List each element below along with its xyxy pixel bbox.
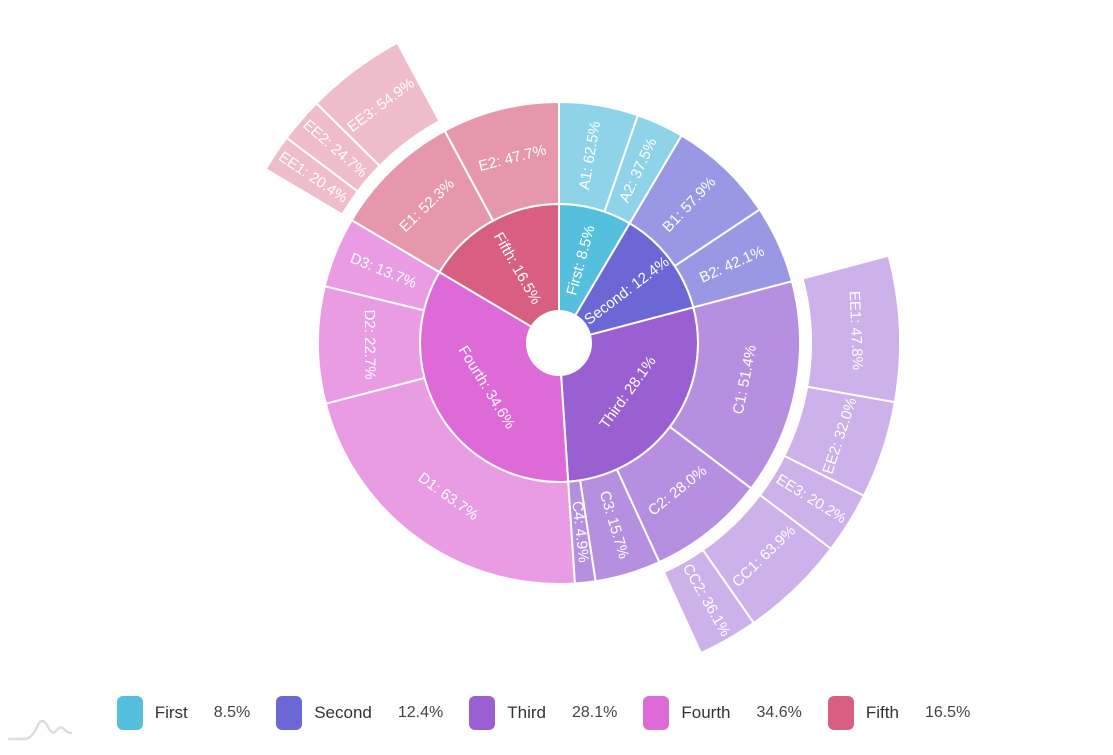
legend-swatch-icon bbox=[276, 696, 303, 730]
legend-label: Second bbox=[314, 703, 372, 722]
legend-swatch-icon bbox=[116, 696, 143, 730]
slice-c1-ee1[interactable] bbox=[801, 254, 902, 404]
legend-item-third[interactable]: Third 28.1% bbox=[469, 696, 643, 730]
legend-value: 28.1% bbox=[571, 704, 618, 721]
sunburst-svg: First: 8.5%A1: 62.5% A2: 37.5%Second: 12.… bbox=[264, 41, 902, 655]
sunburst-center-hole bbox=[527, 311, 591, 375]
legend-item-fifth[interactable]: Fifth 16.5% bbox=[827, 696, 996, 730]
legend-item-fourth[interactable]: Fourth 34.6% bbox=[643, 696, 828, 730]
chart-legend: First 8.5% Second 12.4% Third 28.1% Fourth 34.6… bbox=[0, 690, 1113, 736]
legend-value: 34.6% bbox=[756, 704, 802, 721]
legend-label: Fourth bbox=[681, 703, 731, 722]
legend-swatch-icon bbox=[827, 696, 854, 730]
legend-value: 16.5% bbox=[924, 704, 971, 721]
legend-item-first[interactable]: First 8.5% bbox=[116, 696, 277, 730]
legend-swatch-icon bbox=[643, 696, 670, 730]
legend-value: 8.5% bbox=[213, 704, 251, 721]
sunburst-chart: First: 8.5% A1: 62.5% A2: 37.5% Second: 12.… bbox=[0, 0, 1113, 750]
legend-label: Third bbox=[507, 703, 546, 722]
legend-value: 12.4% bbox=[397, 704, 444, 721]
legend-label: First bbox=[154, 703, 188, 722]
legend-label: Fifth bbox=[865, 703, 899, 722]
legend-swatch-icon bbox=[469, 696, 496, 730]
legend-item-second[interactable]: Second 12.4% bbox=[276, 696, 469, 730]
wave-mountain-logo-icon bbox=[8, 719, 72, 741]
